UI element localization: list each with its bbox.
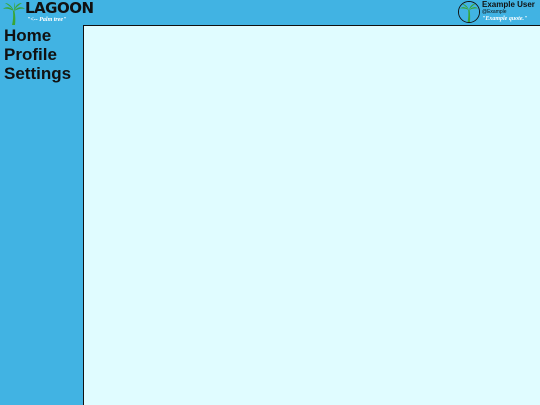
sidebar-nav: Home Profile Settings [4,26,82,83]
header: LAGOON "<-- Palm tree" Example User @Exa… [0,0,540,26]
sidebar-item-home[interactable]: Home [4,26,82,45]
app-window: LAGOON "<-- Palm tree" Example User @Exa… [0,0,540,405]
palm-tree-icon [2,1,26,25]
sidebar-item-profile[interactable]: Profile [4,45,82,64]
user-quote: "Example quote." [482,16,528,22]
palm-tree-avatar-icon[interactable] [458,1,480,23]
main-content-area [83,25,540,405]
logo[interactable]: LAGOON "<-- Palm tree" [2,0,94,26]
user-profile-card[interactable]: Example User @Example "Example quote." [458,0,538,26]
app-tagline: "<-- Palm tree" [27,17,67,23]
app-title: LAGOON [25,0,94,17]
sidebar-item-settings[interactable]: Settings [4,64,82,83]
